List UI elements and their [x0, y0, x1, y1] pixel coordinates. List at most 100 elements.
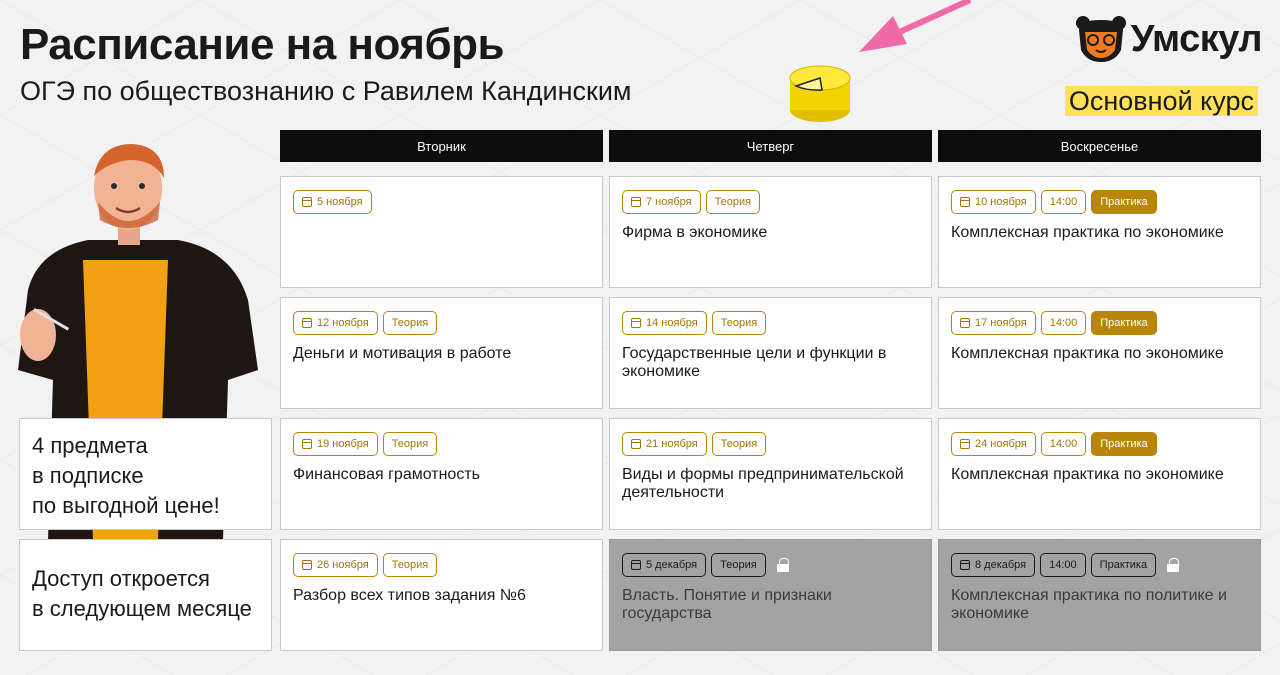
date-text: 10 ноября	[975, 196, 1027, 208]
lesson-type-tag: Теория	[382, 432, 438, 456]
date-tag: 10 ноября	[951, 190, 1036, 214]
promo-line-1: 4 предмета	[32, 433, 148, 458]
lesson-type-tag: Теория	[711, 553, 766, 577]
lesson-tags: 12 ноября Теория	[293, 311, 590, 335]
lesson-tags: 5 декабря Теория	[622, 553, 919, 577]
date-text: 26 ноября	[317, 559, 369, 571]
calendar-icon	[631, 560, 641, 570]
date-text: 17 ноября	[975, 317, 1027, 329]
lesson-title: Комплексная практика по экономике	[951, 224, 1224, 241]
date-text: 14 ноября	[646, 317, 698, 329]
locked-notice-line-1: Доступ откроется	[32, 566, 210, 591]
calendar-icon	[302, 439, 312, 449]
lesson-title: Фирма в экономике	[622, 224, 768, 241]
lesson-card[interactable]: 14 ноября Теория Государственные цели и фу…	[609, 297, 932, 409]
lesson-type-tag: Теория	[711, 311, 767, 335]
lesson-card[interactable]: 8 декабря 14:00 Практика Комплексная практи…	[938, 539, 1261, 651]
day-header-sunday: Воскресенье	[938, 130, 1261, 162]
date-tag: 5 декабря	[622, 553, 707, 577]
lesson-card[interactable]: 21 ноября Теория Виды и формы предпринимат…	[609, 418, 932, 530]
lesson-tags: 8 декабря 14:00 Практика	[951, 553, 1248, 577]
lesson-card[interactable]: 26 ноября Теория Разбор всех типов задания…	[280, 539, 603, 651]
calendar-icon	[960, 318, 970, 328]
course-badge: Основной курс	[1064, 86, 1258, 116]
date-tag: 7 ноября	[622, 190, 701, 214]
lesson-tags: 24 ноября 14:00 Практика	[951, 432, 1248, 456]
time-tag: 14:00	[1040, 553, 1086, 577]
promo-line-3: по выгодной цене!	[32, 493, 220, 518]
date-tag: 24 ноября	[951, 432, 1036, 456]
lesson-title: Деньги и мотивация в работе	[293, 345, 512, 362]
bear-logo-icon	[1075, 16, 1126, 62]
cylinder-decoration	[789, 65, 851, 122]
time-tag: 14:00	[1040, 432, 1087, 456]
calendar-icon	[631, 197, 641, 207]
lesson-type-tag: Практика	[1091, 190, 1157, 214]
lock-icon	[1167, 558, 1180, 572]
locked-notice-box: Доступ откроется в следующем месяце	[19, 539, 272, 651]
date-text: 8 декабря	[975, 559, 1027, 571]
calendar-icon	[302, 560, 312, 570]
lesson-tags: 10 ноября 14:00 Практика	[951, 190, 1248, 214]
date-text: 12 ноября	[317, 317, 369, 329]
lesson-type-tag: Теория	[711, 432, 767, 456]
lesson-tags: 5 ноября	[293, 190, 590, 214]
lesson-tags: 19 ноября Теория	[293, 432, 590, 456]
date-tag: 21 ноября	[622, 432, 707, 456]
day-header-tuesday: Вторник	[280, 130, 603, 162]
promo-line-2: в подписке	[32, 463, 144, 488]
lesson-card[interactable]: 17 ноября 14:00 Практика Комплексная практи…	[938, 297, 1261, 409]
date-text: 19 ноября	[317, 438, 369, 450]
lesson-title: Финансовая грамотность	[293, 466, 480, 483]
page-title: Расписание на ноябрь	[20, 20, 505, 69]
lesson-type-tag: Теория	[705, 190, 761, 214]
date-text: 21 ноября	[646, 438, 698, 450]
time-tag: 14:00	[1040, 190, 1087, 214]
lesson-title: Виды и формы предпринимательской деятель…	[622, 466, 904, 501]
date-tag: 8 декабря	[951, 553, 1036, 577]
brand-name: Умскул	[1130, 17, 1263, 60]
calendar-icon	[960, 439, 970, 449]
date-text: 5 ноября	[317, 196, 363, 208]
date-tag: 14 ноября	[622, 311, 707, 335]
date-tag: 12 ноября	[293, 311, 378, 335]
calendar-icon	[960, 560, 970, 570]
lesson-title: Комплексная практика по экономике	[951, 345, 1224, 362]
brand-logo[interactable]: Умскул	[1075, 14, 1263, 64]
calendar-icon	[960, 197, 970, 207]
lesson-card[interactable]: 5 ноября	[280, 176, 603, 288]
lesson-title: Разбор всех типов задания №6	[293, 587, 526, 604]
lesson-title: Власть. Понятие и признаки государства	[622, 587, 832, 622]
lock-icon	[776, 558, 789, 572]
calendar-icon	[631, 439, 641, 449]
lesson-tags: 14 ноября Теория	[622, 311, 919, 335]
lesson-type-tag: Практика	[1090, 553, 1157, 577]
lesson-tags: 21 ноября Теория	[622, 432, 919, 456]
calendar-icon	[631, 318, 641, 328]
calendar-icon	[302, 318, 312, 328]
lesson-card[interactable]: 19 ноября Теория Финансовая грамотность	[280, 418, 603, 530]
lesson-type-tag: Практика	[1091, 432, 1157, 456]
promo-box[interactable]: 4 предмета в подписке по выгодной цене!	[19, 418, 272, 530]
lesson-card[interactable]: 7 ноября Теория Фирма в экономике	[609, 176, 932, 288]
arrow-decoration	[859, 0, 972, 52]
lesson-card[interactable]: 10 ноября 14:00 Практика Комплексная практи…	[938, 176, 1261, 288]
date-tag: 19 ноября	[293, 432, 378, 456]
lesson-type-tag: Теория	[382, 553, 438, 577]
lesson-tags: 7 ноября Теория	[622, 190, 919, 214]
time-tag: 14:00	[1040, 311, 1087, 335]
page-subtitle: ОГЭ по обществознанию с Равилем Кандинск…	[20, 76, 632, 106]
lesson-card[interactable]: 5 декабря Теория Власть. Понятие и признак…	[609, 539, 932, 651]
lesson-tags: 17 ноября 14:00 Практика	[951, 311, 1248, 335]
calendar-icon	[302, 197, 312, 207]
lesson-title: Комплексная практика по политике и эконо…	[951, 587, 1227, 622]
date-text: 7 ноября	[646, 196, 692, 208]
lesson-type-tag: Практика	[1091, 311, 1157, 335]
lesson-card[interactable]: 24 ноября 14:00 Практика Комплексная практи…	[938, 418, 1261, 530]
locked-notice-line-2: в следующем месяце	[32, 596, 252, 621]
lesson-type-tag: Теория	[382, 311, 438, 335]
lesson-title: Комплексная практика по экономике	[951, 466, 1224, 483]
lesson-card[interactable]: 12 ноября Теория Деньги и мотивация в рабо…	[280, 297, 603, 409]
day-header-thursday: Четверг	[609, 130, 932, 162]
date-text: 5 декабря	[646, 559, 698, 571]
